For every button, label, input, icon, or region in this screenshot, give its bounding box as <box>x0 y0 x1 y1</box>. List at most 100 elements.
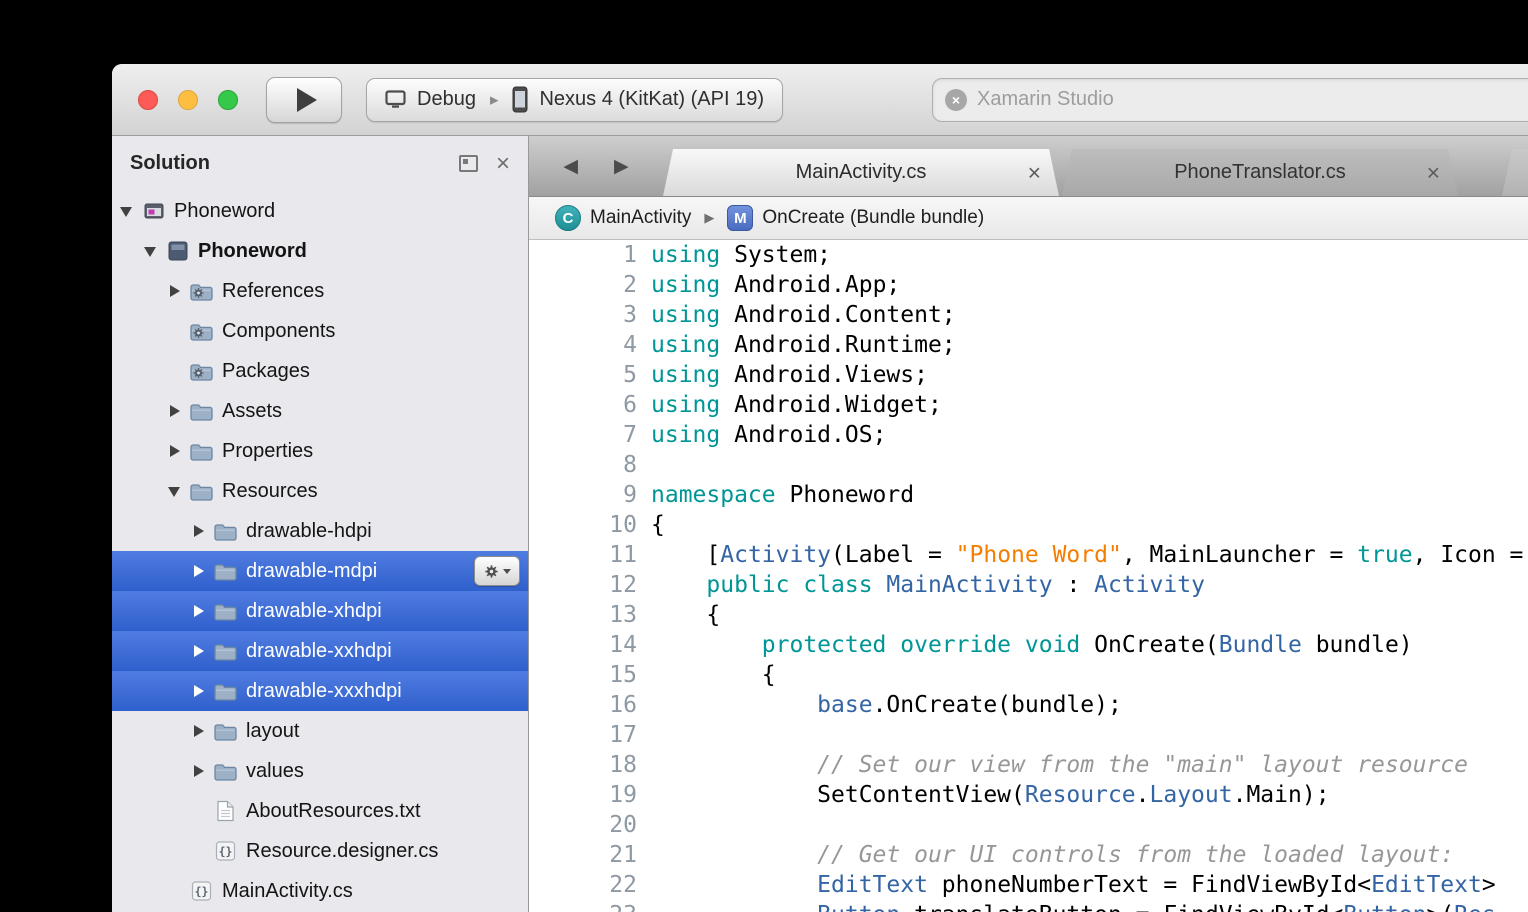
configuration-device-selector[interactable]: Debug ▸ Nexus 4 (KitKat) (API 19) <box>366 78 783 122</box>
close-pad-icon[interactable]: × <box>496 152 510 176</box>
breadcrumb-chevron-icon: ▶ <box>704 210 714 226</box>
code-token: Android.Content; <box>720 302 955 328</box>
code-line[interactable]: 3using Android.Content; <box>529 300 1528 330</box>
tree-item-aboutresources-txt[interactable]: AboutResources.txt <box>112 791 528 831</box>
code-text: using Android.Widget; <box>651 390 942 420</box>
disclosure-triangle[interactable] <box>190 605 214 617</box>
tree-item-properties[interactable]: Properties <box>112 431 528 471</box>
code-line[interactable]: 20 <box>529 810 1528 840</box>
partial-tab[interactable] <box>1502 149 1528 196</box>
disclosure-triangle[interactable] <box>118 205 142 217</box>
tree-item-mainactivity-cs[interactable]: {}MainActivity.cs <box>112 871 528 911</box>
code-line[interactable]: 6using Android.Widget; <box>529 390 1528 420</box>
tree-item-drawable-xhdpi[interactable]: drawable-xhdpi <box>112 591 528 631</box>
code-line[interactable]: 10{ <box>529 510 1528 540</box>
disclosure-triangle[interactable] <box>190 765 214 777</box>
code-line[interactable]: 15 { <box>529 660 1528 690</box>
code-line[interactable]: 11 [Activity(Label = "Phone Word", MainL… <box>529 540 1528 570</box>
close-tab-icon[interactable]: × <box>1028 161 1041 184</box>
code-token: using <box>651 302 720 328</box>
tree-item-phoneword[interactable]: Phoneword <box>112 191 528 231</box>
code-line[interactable]: 8 <box>529 450 1528 480</box>
code-token <box>651 752 817 778</box>
close-window-button[interactable] <box>138 90 158 110</box>
tree-item-resources[interactable]: Resources <box>112 471 528 511</box>
disclosure-triangle[interactable] <box>166 445 190 457</box>
code-token: , Icon = <box>1413 542 1524 568</box>
code-line[interactable]: 2using Android.App; <box>529 270 1528 300</box>
disclosure-triangle[interactable] <box>190 725 214 737</box>
disclosure-triangle[interactable] <box>166 485 190 497</box>
code-token <box>651 842 817 868</box>
breadcrumb-class[interactable]: MainActivity <box>590 207 691 229</box>
tab-phonetranslator-cs[interactable]: PhoneTranslator.cs× <box>1062 149 1458 196</box>
code-token: { <box>651 512 665 538</box>
line-number: 4 <box>529 330 637 360</box>
code-line[interactable]: 9namespace Phoneword <box>529 480 1528 510</box>
code-token: . <box>1136 782 1150 808</box>
configuration-label: Debug <box>417 88 476 111</box>
disclosure-triangle[interactable] <box>190 525 214 537</box>
disclosure-triangle[interactable] <box>142 245 166 257</box>
code-line[interactable]: 19 SetContentView(Resource.Layout.Main); <box>529 780 1528 810</box>
main-area: Solution × PhonewordPhonewordReferencesC… <box>112 136 1528 912</box>
code-line[interactable]: 17 <box>529 720 1528 750</box>
code-line[interactable]: 22 EditText phoneNumberText = FindViewBy… <box>529 870 1528 900</box>
zoom-window-button[interactable] <box>218 90 238 110</box>
caret-down-icon <box>503 569 511 574</box>
code-line[interactable]: 23 Button translateButton = FindViewById… <box>529 900 1528 912</box>
tree-item-label: Resources <box>222 480 318 503</box>
navigate-back-icon[interactable]: ◀ <box>563 155 578 178</box>
tree-item-components[interactable]: Components <box>112 311 528 351</box>
code-line[interactable]: 13 { <box>529 600 1528 630</box>
code-token: Activity <box>720 542 831 568</box>
code-token <box>651 872 817 898</box>
code-token: [ <box>651 542 720 568</box>
minimize-window-button[interactable] <box>178 90 198 110</box>
disclosure-triangle[interactable] <box>166 405 190 417</box>
doc-icon <box>214 800 237 822</box>
navigate-forward-icon[interactable]: ▶ <box>614 155 629 178</box>
code-token: MainActivity <box>886 572 1052 598</box>
code-line[interactable]: 14 protected override void OnCreate(Bund… <box>529 630 1528 660</box>
close-tab-icon[interactable]: × <box>1427 161 1440 184</box>
code-line[interactable]: 5using Android.Views; <box>529 360 1528 390</box>
code-token: base <box>817 692 872 718</box>
item-options-button[interactable] <box>474 556 520 586</box>
tree-item-drawable-hdpi[interactable]: drawable-hdpi <box>112 511 528 551</box>
code-token: Resource <box>1025 782 1136 808</box>
tree-item-layout[interactable]: layout <box>112 711 528 751</box>
folder-gear-icon <box>190 322 213 341</box>
code-line[interactable]: 1using System; <box>529 240 1528 270</box>
code-token: "Phone Word" <box>956 542 1122 568</box>
tree-item-references[interactable]: References <box>112 271 528 311</box>
tab-mainactivity-cs[interactable]: MainActivity.cs× <box>663 149 1059 196</box>
code-line[interactable]: 12 public class MainActivity : Activity <box>529 570 1528 600</box>
tree-item-drawable-mdpi[interactable]: drawable-mdpi <box>112 551 528 591</box>
tree-item-assets[interactable]: Assets <box>112 391 528 431</box>
disclosure-triangle[interactable] <box>166 285 190 297</box>
search-field[interactable]: × Xamarin Studio <box>932 78 1528 122</box>
code-line[interactable]: 16 base.OnCreate(bundle); <box>529 690 1528 720</box>
tree-item-label: Phoneword <box>198 240 307 263</box>
code-line[interactable]: 4using Android.Runtime; <box>529 330 1528 360</box>
disclosure-triangle[interactable] <box>190 645 214 657</box>
disclosure-triangle[interactable] <box>190 565 214 577</box>
code-area[interactable]: 1using System;2using Android.App;3using … <box>529 240 1528 912</box>
code-token: bundle) <box>1302 632 1413 658</box>
tree-item-drawable-xxhdpi[interactable]: drawable-xxhdpi <box>112 631 528 671</box>
code-line[interactable]: 7using Android.OS; <box>529 420 1528 450</box>
tree-item-phoneword[interactable]: Phoneword <box>112 231 528 271</box>
code-line[interactable]: 18 // Set our view from the "main" layou… <box>529 750 1528 780</box>
tree-item-drawable-xxxhdpi[interactable]: drawable-xxxhdpi <box>112 671 528 711</box>
disclosure-triangle[interactable] <box>190 685 214 697</box>
tree-item-resource-designer-cs[interactable]: {}Resource.designer.cs <box>112 831 528 871</box>
search-clear-icon[interactable]: × <box>945 89 967 111</box>
dock-pad-icon[interactable] <box>459 155 478 172</box>
tree-item-values[interactable]: values <box>112 751 528 791</box>
breadcrumb-member[interactable]: OnCreate (Bundle bundle) <box>762 207 984 229</box>
tree-item-packages[interactable]: Packages <box>112 351 528 391</box>
run-button[interactable] <box>266 77 342 123</box>
code-line[interactable]: 21 // Get our UI controls from the loade… <box>529 840 1528 870</box>
code-token: Layout <box>1150 782 1233 808</box>
